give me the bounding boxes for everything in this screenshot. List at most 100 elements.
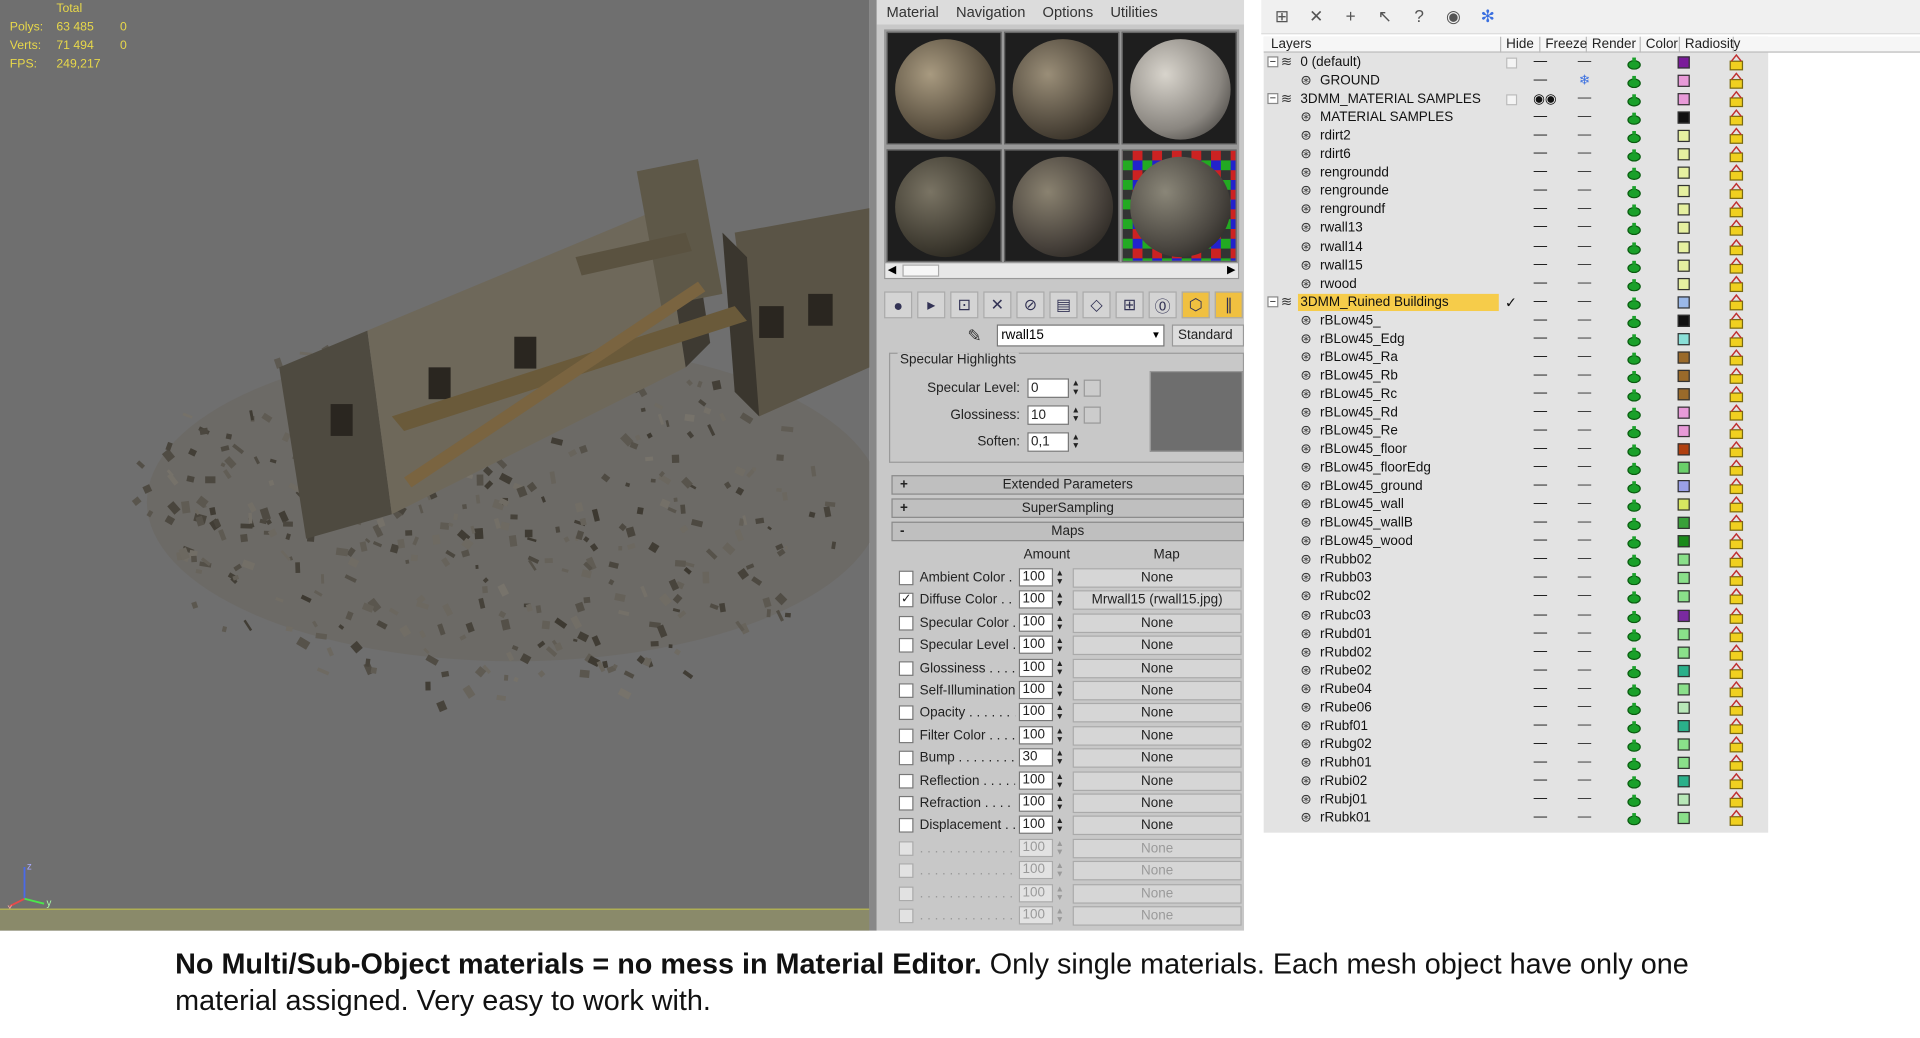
radiosity-icon[interactable] [1728,90,1745,108]
hide-toggle[interactable]: — [1533,699,1548,714]
layer-color-swatch[interactable] [1677,148,1690,161]
object-row[interactable]: ⊛ rBLow45_wallB — — [1264,515,1768,533]
radiosity-icon[interactable] [1728,109,1745,126]
map-amount-input[interactable]: 100 [1018,635,1054,655]
hide-toggle[interactable]: — [1533,146,1548,161]
layer-row[interactable]: − ≋ 3DMM_Ruined Buildings ✓ — — [1264,293,1768,311]
map-slot-button[interactable]: None [1072,658,1242,678]
object-row[interactable]: ⊛ rdirt2 — — [1264,128,1768,146]
radiosity-icon[interactable] [1728,182,1745,200]
material-name-dropdown[interactable]: rwall15 ▼ [996,324,1165,347]
hide-toggle[interactable]: — [1533,164,1548,179]
freeze-toggle[interactable]: — [1577,533,1592,548]
radiosity-icon[interactable] [1728,404,1745,421]
layer-color-swatch[interactable] [1677,259,1690,272]
layer-color-swatch[interactable] [1677,498,1690,511]
freeze-toggle[interactable]: — [1577,146,1592,161]
spinner-icon[interactable]: ▲ ▼ [1056,907,1064,924]
hide-toggle[interactable]: — [1533,736,1548,751]
layer-color-swatch[interactable] [1677,793,1690,806]
map-checkbox[interactable] [898,660,914,676]
sample-slot[interactable] [1004,31,1120,145]
radiosity-icon[interactable] [1728,606,1745,624]
layer-color-swatch[interactable] [1677,590,1690,603]
freeze-toggle[interactable]: — [1577,183,1592,198]
freeze-toggle[interactable]: ❄ [1577,72,1592,89]
material-type-button[interactable]: Standard [1171,324,1245,347]
radiosity-icon[interactable] [1728,625,1745,642]
hide-toggle[interactable]: — [1533,533,1548,548]
delete-layer-icon[interactable]: ✕ [1305,6,1327,27]
map-slot-button[interactable]: None [1072,568,1242,588]
freeze-toggle[interactable]: — [1577,773,1592,788]
freeze-toggle[interactable]: — [1577,128,1592,143]
hide-toggle[interactable]: — [1533,312,1548,327]
hide-toggle[interactable]: — [1533,625,1548,640]
render-teapot-icon[interactable] [1626,535,1642,549]
layer-color-swatch[interactable] [1677,130,1690,143]
render-teapot-icon[interactable] [1626,351,1642,365]
freeze-toggle[interactable]: — [1577,607,1592,622]
radiosity-icon[interactable] [1728,551,1745,568]
layer-color-swatch[interactable] [1677,93,1690,106]
material-effects-button[interactable]: ◇ [1082,291,1111,319]
radiosity-icon[interactable] [1728,569,1745,587]
render-teapot-icon[interactable] [1626,112,1642,126]
freeze-toggle[interactable]: — [1577,220,1592,235]
render-teapot-icon[interactable] [1626,277,1642,291]
freeze-toggle[interactable]: — [1577,736,1592,751]
object-row[interactable]: ⊛ rRube04 — — [1264,680,1768,698]
hide-toggle[interactable]: — [1533,644,1548,659]
scroll-left-icon[interactable]: ◀ [888,263,896,276]
map-amount-input[interactable]: 100 [1018,883,1054,902]
map-slot-button[interactable]: None [1072,838,1242,859]
freeze-toggle[interactable]: — [1577,330,1592,345]
radiosity-icon[interactable] [1728,735,1745,753]
layer-color-swatch[interactable] [1677,553,1690,567]
radiosity-icon[interactable] [1728,772,1745,790]
spinner-icon[interactable]: ▲ ▼ [1071,433,1081,450]
freeze-toggle[interactable]: — [1577,459,1592,474]
hide-toggle[interactable]: — [1533,257,1548,272]
freeze-toggle[interactable]: — [1577,680,1592,695]
freeze-toggle[interactable]: — [1577,349,1592,364]
render-teapot-icon[interactable] [1626,388,1642,402]
hide-toggle[interactable]: — [1533,680,1548,695]
column-render[interactable]: Render [1587,36,1641,53]
render-teapot-icon[interactable] [1626,425,1642,439]
object-row[interactable]: ⊛ rBLow45_Rc — — [1264,386,1768,404]
radiosity-icon[interactable] [1728,238,1745,255]
object-row[interactable]: ⊛ rBLow45_ground — — [1264,478,1768,496]
hide-toggle[interactable]: — [1533,367,1548,382]
map-slot-button[interactable]: None [1072,770,1242,791]
render-teapot-icon[interactable] [1626,775,1642,789]
layer-color-swatch[interactable] [1677,775,1690,788]
layer-color-swatch[interactable] [1677,277,1690,290]
freeze-toggle[interactable]: — [1577,238,1592,253]
freeze-toggle[interactable]: — [1577,644,1592,659]
layer-color-swatch[interactable] [1677,388,1690,401]
freeze-toggle[interactable]: — [1577,717,1592,732]
map-slot-button[interactable]: None [1072,703,1242,723]
hide-toggle[interactable]: — [1533,293,1548,308]
hide-toggle[interactable]: — [1533,72,1548,87]
spinner-icon[interactable]: ▲ ▼ [1056,682,1064,699]
object-row[interactable]: ⊛ rRubg02 — — [1264,736,1768,754]
render-teapot-icon[interactable] [1626,683,1642,697]
freeze-toggle[interactable]: — [1577,791,1592,806]
spinner-icon[interactable]: ▲ ▼ [1056,795,1064,812]
radiosity-icon[interactable] [1728,717,1745,734]
object-row[interactable]: ⊛ rRubi02 — — [1264,773,1768,791]
hide-toggle[interactable]: — [1533,570,1548,585]
assign-button[interactable]: ⊡ [950,291,979,319]
freeze-toggle[interactable]: — [1577,164,1592,179]
object-row[interactable]: ⊛ rRubb02 — — [1264,551,1768,569]
layer-color-swatch[interactable] [1677,203,1690,216]
render-teapot-icon[interactable] [1626,56,1642,70]
spinner-icon[interactable]: ▲ ▼ [1056,772,1064,789]
freeze-toggle[interactable]: — [1577,754,1592,769]
layer-color-swatch[interactable] [1677,480,1690,493]
hide-toggle[interactable]: — [1533,496,1548,511]
object-row[interactable]: ⊛ rdirt6 — — [1264,146,1768,164]
hide-toggle[interactable]: — [1533,588,1548,603]
